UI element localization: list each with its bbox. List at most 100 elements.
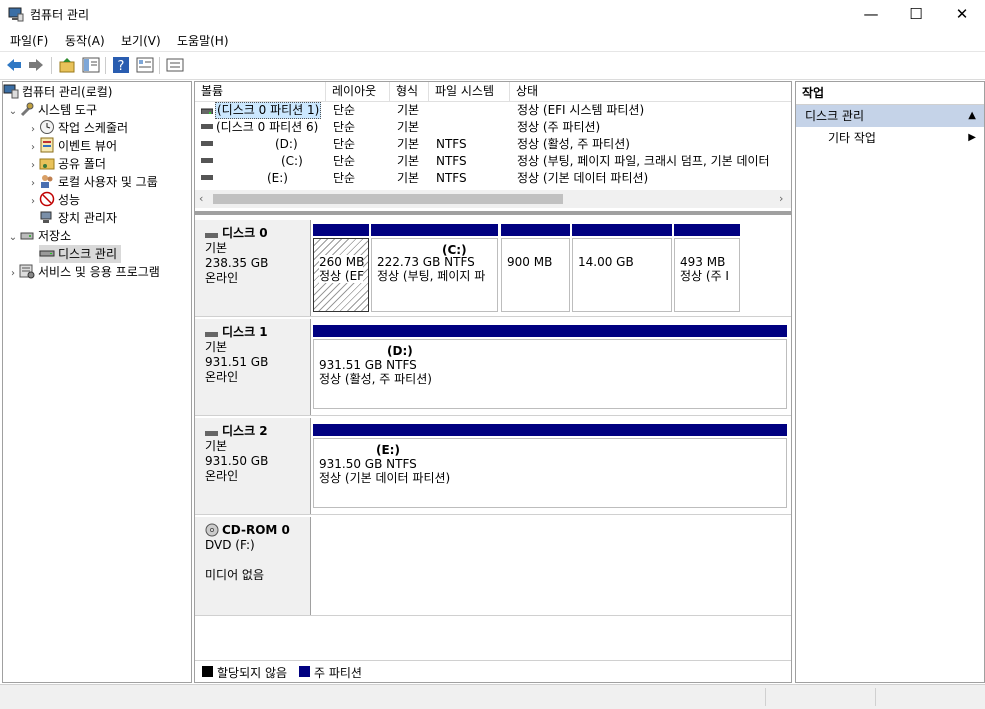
device-manager-icon xyxy=(39,209,55,225)
actions-section-disk-management[interactable]: 디스크 관리 ▲ xyxy=(796,105,984,127)
tree-item-system-tools[interactable]: ⌄ 시스템 도구 xyxy=(3,101,191,119)
unallocated-swatch xyxy=(202,666,213,677)
tree-item-disk-management[interactable]: 디스크 관리 xyxy=(3,245,191,263)
menu-file[interactable]: 파일(F) xyxy=(10,32,48,49)
partition-size: 260 MB xyxy=(319,255,365,269)
table-row[interactable]: (디스크 0 파티션 6) 단순 기본 정상 (주 파티션) xyxy=(195,119,791,136)
tree-item-storage[interactable]: ⌄ 저장소 xyxy=(3,227,191,245)
tree-label: 이벤트 뷰어 xyxy=(58,139,118,153)
list-view-icon[interactable] xyxy=(166,56,184,74)
disk-icon xyxy=(205,427,219,437)
actions-section-label: 디스크 관리 xyxy=(805,109,865,123)
disk-name: CD-ROM 0 xyxy=(222,523,290,537)
disk-type: DVD (F:) xyxy=(205,538,255,552)
splitter[interactable] xyxy=(195,211,791,215)
partition-d[interactable]: (D:) 931.51 GB NTFS 정상 (활성, 주 파티션) xyxy=(313,325,787,411)
disk-name: 디스크 1 xyxy=(222,325,268,339)
volume-status: 정상 (EFI 시스템 파티션) xyxy=(517,103,645,117)
tree-label: 로컬 사용자 및 그룹 xyxy=(58,175,158,189)
legend-primary: 주 파티션 xyxy=(314,666,362,680)
partition-recovery-2[interactable]: 14.00 GB xyxy=(572,224,672,312)
status-divider xyxy=(765,688,766,706)
partition-efi[interactable]: 260 MB 정상 (EF xyxy=(313,224,369,312)
scroll-left-icon[interactable]: ‹ xyxy=(199,192,203,205)
tree-item-performance[interactable]: › 성능 xyxy=(3,191,191,209)
minimize-button[interactable]: — xyxy=(848,0,894,28)
disk-icon xyxy=(205,229,219,239)
tree-item-root[interactable]: 컴퓨터 관리(로컬) xyxy=(3,83,191,101)
partition-title xyxy=(507,243,564,255)
menu-action[interactable]: 동작(A) xyxy=(65,32,105,49)
help-icon[interactable]: ? xyxy=(112,56,130,74)
chevron-down-icon[interactable]: ⌄ xyxy=(7,103,19,121)
partition-status: 정상 (활성, 주 파티션) xyxy=(319,372,432,386)
console-tree: 컴퓨터 관리(로컬) ⌄ 시스템 도구 › 작업 스케줄러 › 이벤트 뷰어 › 공유 … xyxy=(2,81,192,683)
tree-item-task-scheduler[interactable]: › 작업 스케줄러 xyxy=(3,119,191,137)
disk-management-pane: 볼륨 레이아웃 형식 파일 시스템 상태 (디스크 0 파티션 1) 단순 기본… xyxy=(194,81,792,683)
partition-bar xyxy=(313,224,369,236)
volume-drive-icon xyxy=(201,175,213,180)
scroll-right-icon[interactable]: › xyxy=(779,192,783,205)
show-hide-tree-icon[interactable] xyxy=(82,56,100,74)
close-button[interactable]: ✕ xyxy=(939,0,985,28)
column-file-system[interactable]: 파일 시스템 xyxy=(429,82,510,101)
disk-name: 디스크 2 xyxy=(222,424,268,438)
partition-c[interactable]: (C:) 222.73 GB NTFS 정상 (부팅, 페이지 파 xyxy=(371,224,498,312)
services-icon xyxy=(19,263,35,279)
volume-list: (디스크 0 파티션 1) 단순 기본 정상 (EFI 시스템 파티션) (디스… xyxy=(195,102,791,187)
disk-2-label[interactable]: 디스크 2 기본 931.50 GB 온라인 xyxy=(195,418,311,514)
horizontal-scrollbar[interactable]: ‹ › xyxy=(195,190,791,208)
table-row[interactable]: (디스크 0 파티션 1) 단순 기본 정상 (EFI 시스템 파티션) xyxy=(195,102,791,119)
disk-state: 온라인 xyxy=(205,469,239,483)
disk-1-label[interactable]: 디스크 1 기본 931.51 GB 온라인 xyxy=(195,319,311,415)
status-divider xyxy=(875,688,876,706)
tree-item-shared-folders[interactable]: › 공유 폴더 xyxy=(3,155,191,173)
maximize-button[interactable]: ☐ xyxy=(893,0,939,28)
partition-primary[interactable]: 493 MB 정상 (주 I xyxy=(674,224,740,312)
action-more[interactable]: 기타 작업 ▶ xyxy=(796,127,984,149)
table-row[interactable]: (D:) 단순 기본 NTFS 정상 (활성, 주 파티션) xyxy=(195,136,791,153)
scrollbar-thumb[interactable] xyxy=(213,194,563,204)
chevron-down-icon[interactable]: ⌄ xyxy=(7,229,19,247)
disk-type: 기본 xyxy=(205,241,228,255)
partition-box: (C:) 222.73 GB NTFS 정상 (부팅, 페이지 파 xyxy=(371,238,498,312)
volume-type: 기본 xyxy=(397,103,420,117)
cdrom-label[interactable]: CD-ROM 0 DVD (F:) 미디어 없음 xyxy=(195,517,311,615)
chevron-right-icon[interactable]: › xyxy=(7,265,19,283)
volume-status: 정상 (활성, 주 파티션) xyxy=(517,137,630,151)
tree-item-event-viewer[interactable]: › 이벤트 뷰어 xyxy=(3,137,191,155)
chevron-right-icon[interactable]: › xyxy=(27,193,39,211)
back-arrow-icon[interactable] xyxy=(5,56,23,74)
partition-title xyxy=(319,243,363,255)
column-type[interactable]: 형식 xyxy=(390,82,429,101)
volume-name: (C:) xyxy=(281,154,303,168)
tree-label: 서비스 및 응용 프로그램 xyxy=(38,265,160,279)
up-folder-icon[interactable] xyxy=(58,56,76,74)
partition-box: 900 MB xyxy=(501,238,570,312)
disk-0-label[interactable]: 디스크 0 기본 238.35 GB 온라인 xyxy=(195,220,311,316)
toolbar: ? xyxy=(0,51,985,80)
table-row[interactable]: (E:) 단순 기본 NTFS 정상 (기본 데이터 파티션) xyxy=(195,170,791,187)
menu-view[interactable]: 보기(V) xyxy=(121,32,161,49)
disk-name: 디스크 0 xyxy=(222,226,268,240)
column-volume[interactable]: 볼륨 xyxy=(195,82,326,101)
volume-layout: 단순 xyxy=(333,120,356,134)
tree-item-services[interactable]: › 서비스 및 응용 프로그램 xyxy=(3,263,191,281)
volume-fs: NTFS xyxy=(436,171,467,185)
properties-icon[interactable] xyxy=(136,56,154,74)
tree-label: 디스크 관리 xyxy=(58,247,118,261)
column-status[interactable]: 상태 xyxy=(510,82,791,101)
tree-item-local-users[interactable]: › 로컬 사용자 및 그룹 xyxy=(3,173,191,191)
partition-e[interactable]: (E:) 931.50 GB NTFS 정상 (기본 데이터 파티션) xyxy=(313,424,787,510)
partition-recovery-1[interactable]: 900 MB xyxy=(501,224,570,312)
forward-arrow-icon[interactable] xyxy=(27,56,45,74)
table-row[interactable]: (C:) 단순 기본 NTFS 정상 (부팅, 페이지 파일, 크래시 덤프, … xyxy=(195,153,791,170)
storage-icon xyxy=(19,227,35,243)
partition-status: 정상 (부팅, 페이지 파 xyxy=(377,269,486,283)
menu-help[interactable]: 도움말(H) xyxy=(177,32,229,49)
partition-bar xyxy=(313,325,787,337)
collapse-up-icon[interactable]: ▲ xyxy=(968,105,976,127)
column-layout[interactable]: 레이아웃 xyxy=(326,82,390,101)
tree-item-device-manager[interactable]: 장치 관리자 xyxy=(3,209,191,227)
volume-type: 기본 xyxy=(397,137,420,151)
